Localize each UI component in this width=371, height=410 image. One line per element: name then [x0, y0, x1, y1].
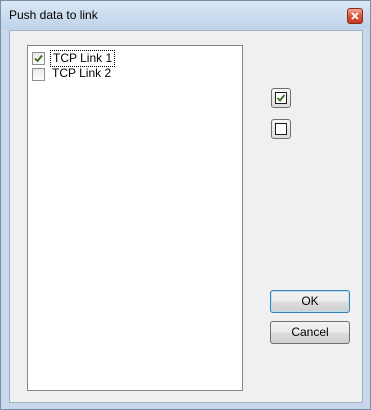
link-checklist[interactable]: TCP Link 1 TCP Link 2 — [27, 45, 243, 391]
list-item-tcp-link-1[interactable]: TCP Link 1 — [32, 50, 232, 67]
title-bar[interactable]: Push data to link — [1, 1, 370, 29]
close-icon — [351, 12, 359, 20]
checkbox-empty-icon — [275, 123, 287, 135]
dialog-window: Push data to link TCP Link 1 TCP Link 2 — [0, 0, 371, 410]
checkmark-icon — [34, 54, 43, 63]
list-item-label: TCP Link 1 — [50, 50, 116, 67]
checkbox-tcp-link-1[interactable] — [32, 52, 45, 65]
checkbox-checked-icon — [275, 92, 287, 104]
cancel-button[interactable]: Cancel — [270, 321, 350, 344]
close-button[interactable] — [347, 8, 363, 24]
dialog-content: TCP Link 1 TCP Link 2 OK Cancel — [9, 30, 363, 403]
window-title: Push data to link — [9, 8, 98, 22]
select-all-button[interactable] — [271, 88, 291, 108]
ok-button[interactable]: OK — [270, 290, 350, 313]
checkbox-tcp-link-2[interactable] — [32, 68, 45, 81]
select-none-button[interactable] — [271, 119, 291, 139]
list-item-label: TCP Link 2 — [52, 66, 112, 80]
list-item-tcp-link-2[interactable]: TCP Link 2 — [32, 66, 232, 82]
